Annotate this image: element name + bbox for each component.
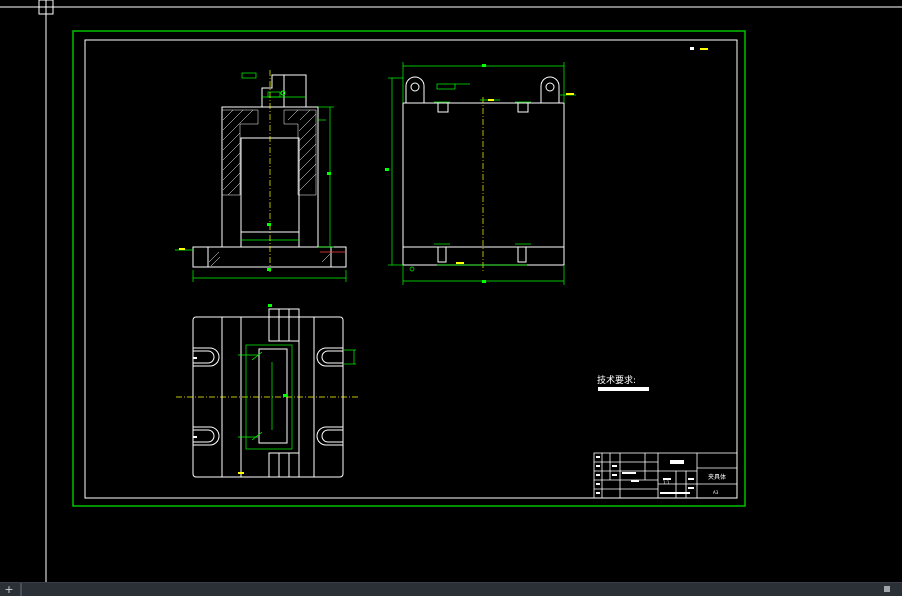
front-view-hatch (208, 109, 331, 267)
notes-title: 技术要求: (597, 374, 636, 386)
drawing-border (84, 39, 738, 499)
sheet-frame (72, 30, 746, 507)
front-view (192, 74, 347, 268)
front-view-dimensions (175, 72, 347, 282)
notes-underline (598, 387, 649, 391)
crosshair-cursor (0, 0, 902, 582)
tab-separator (20, 583, 22, 596)
title-block-scale: 1:1 (663, 480, 670, 485)
side-view-dimensions (388, 62, 576, 285)
side-view (402, 76, 565, 266)
top-view-marks (193, 304, 287, 474)
top-view (192, 308, 344, 478)
technical-notes: 技术要求: (597, 374, 649, 391)
title-block-name: 夹具体 (708, 473, 726, 481)
corner-mark (690, 47, 708, 50)
front-view-marks (179, 90, 331, 271)
add-layout-button[interactable]: + (0, 583, 18, 596)
side-view-marks (385, 64, 574, 283)
title-block-tag: A3 (713, 490, 719, 495)
status-indicator-icon[interactable] (884, 586, 890, 592)
cad-drawing-canvas[interactable]: 技术要求: 夹具体 1:1 A3 (0, 0, 902, 595)
layout-tab-bar: + (0, 582, 902, 596)
